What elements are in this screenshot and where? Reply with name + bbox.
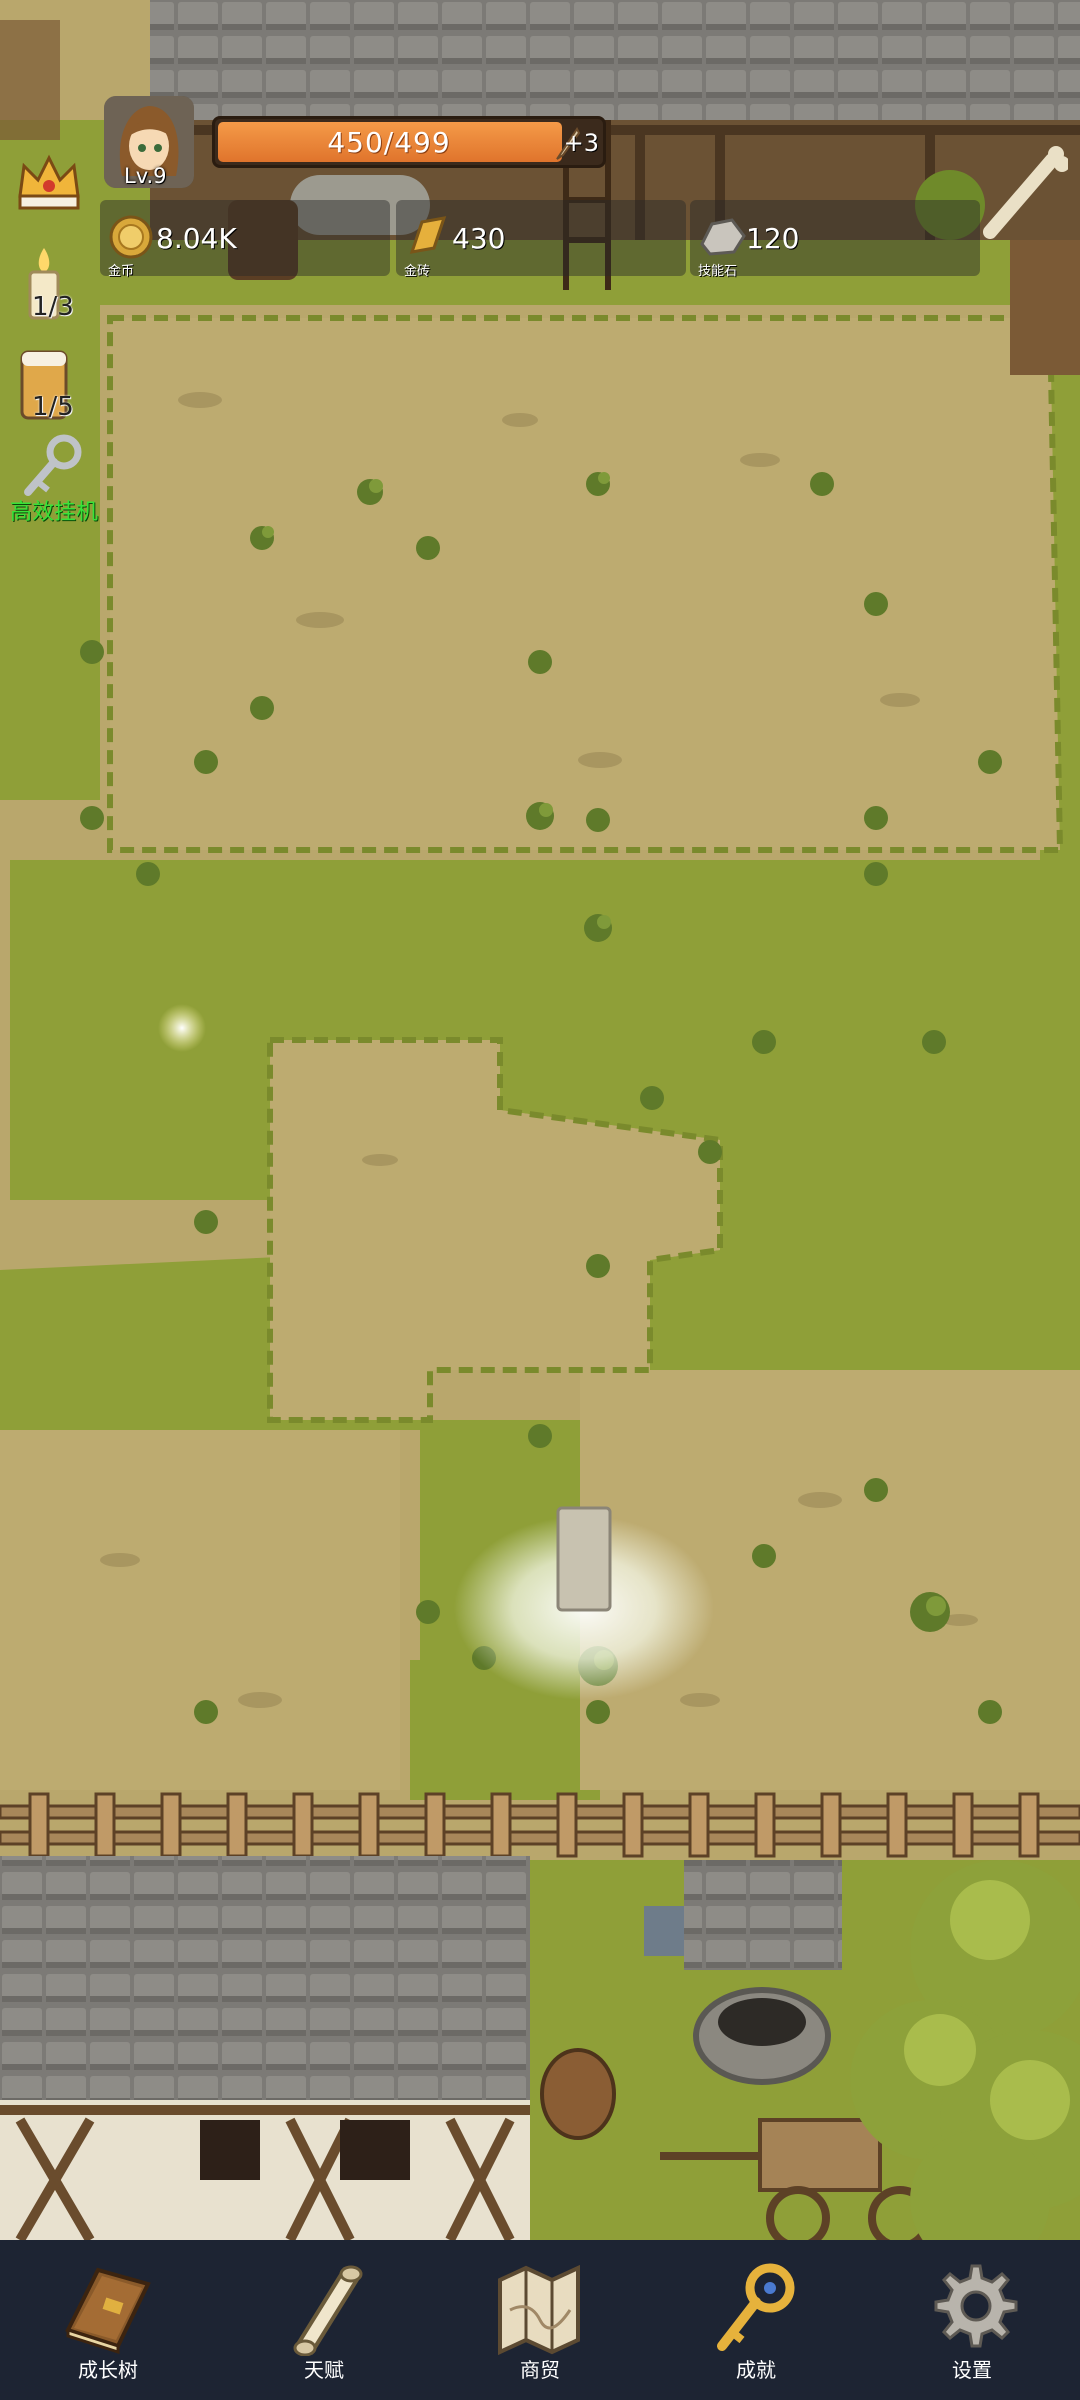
gold-bar-icon bbox=[409, 216, 447, 254]
map-icon bbox=[498, 2264, 580, 2356]
fence-post bbox=[424, 1792, 446, 1858]
nav-talent[interactable]: 天赋 bbox=[216, 2240, 432, 2400]
fence-post bbox=[1018, 1792, 1040, 1858]
fence-post bbox=[556, 1792, 578, 1858]
fence-post bbox=[358, 1792, 380, 1858]
gold-coin-value: 8.04K bbox=[156, 222, 237, 255]
hp-bonus: +3 bbox=[563, 129, 599, 157]
gold-bar-value: 430 bbox=[452, 222, 506, 255]
hp-bar: 450/499 +3 bbox=[212, 116, 606, 168]
hp-value: 450/499 bbox=[327, 126, 451, 159]
nav-talent-label: 天赋 bbox=[304, 2358, 344, 2382]
nav-growth-tree-label: 成长树 bbox=[78, 2358, 138, 2382]
wind-up-key-icon bbox=[24, 434, 82, 496]
fence-post bbox=[688, 1792, 710, 1858]
bottom-nav: 成长树 天赋 商贸 成就 设置 bbox=[0, 2240, 1080, 2400]
nav-growth-tree[interactable]: 成长树 bbox=[0, 2240, 216, 2400]
nav-trade-label: 商贸 bbox=[520, 2358, 560, 2382]
bone-icon[interactable] bbox=[976, 146, 1068, 246]
game-scene[interactable] bbox=[0, 0, 1080, 2400]
candle-count: 1/3 bbox=[32, 292, 74, 322]
skill-stone-caption: 技能石 bbox=[698, 264, 738, 279]
candle-button[interactable]: 1/3 bbox=[14, 244, 84, 334]
gold-coin-icon bbox=[109, 215, 153, 259]
gold-coin-counter[interactable]: 8.04K 金币 bbox=[100, 200, 390, 279]
fence-post bbox=[160, 1792, 182, 1858]
nav-achievement[interactable]: 成就 bbox=[648, 2240, 864, 2400]
book-icon bbox=[65, 2267, 151, 2355]
fence-post bbox=[622, 1792, 644, 1858]
gold-coin-caption: 金币 bbox=[108, 264, 135, 279]
fence-post bbox=[226, 1792, 248, 1858]
skill-stone-icon bbox=[700, 218, 746, 256]
fence-post bbox=[754, 1792, 776, 1858]
fence-post bbox=[490, 1792, 512, 1858]
fence-post bbox=[952, 1792, 974, 1858]
fence-post bbox=[28, 1792, 50, 1858]
drink-count: 1/5 bbox=[32, 392, 74, 422]
nav-settings-label: 设置 bbox=[952, 2358, 992, 2382]
skill-stone-counter[interactable]: 120 技能石 bbox=[690, 200, 980, 279]
gold-bar-caption: 金砖 bbox=[404, 264, 431, 279]
fence-post bbox=[292, 1792, 314, 1858]
crown-button[interactable] bbox=[14, 148, 84, 222]
nav-achievement-label: 成就 bbox=[736, 2358, 776, 2382]
fence-post bbox=[94, 1792, 116, 1858]
key-icon bbox=[717, 2263, 795, 2351]
fence-post bbox=[820, 1792, 842, 1858]
drink-button[interactable]: 1/5 bbox=[14, 346, 84, 436]
nav-settings[interactable]: 设置 bbox=[864, 2240, 1080, 2400]
skill-stone-value: 120 bbox=[746, 222, 800, 255]
fence-post bbox=[886, 1792, 908, 1858]
gear-icon bbox=[934, 2264, 1018, 2348]
gold-bar-counter[interactable]: 430 金砖 bbox=[396, 200, 686, 279]
nav-trade[interactable]: 商贸 bbox=[432, 2240, 648, 2400]
player-level: Lv.9 bbox=[124, 164, 167, 188]
crown-icon bbox=[18, 154, 80, 210]
afk-label: 高效挂机 bbox=[10, 500, 99, 525]
scroll-icon bbox=[293, 2265, 363, 2356]
